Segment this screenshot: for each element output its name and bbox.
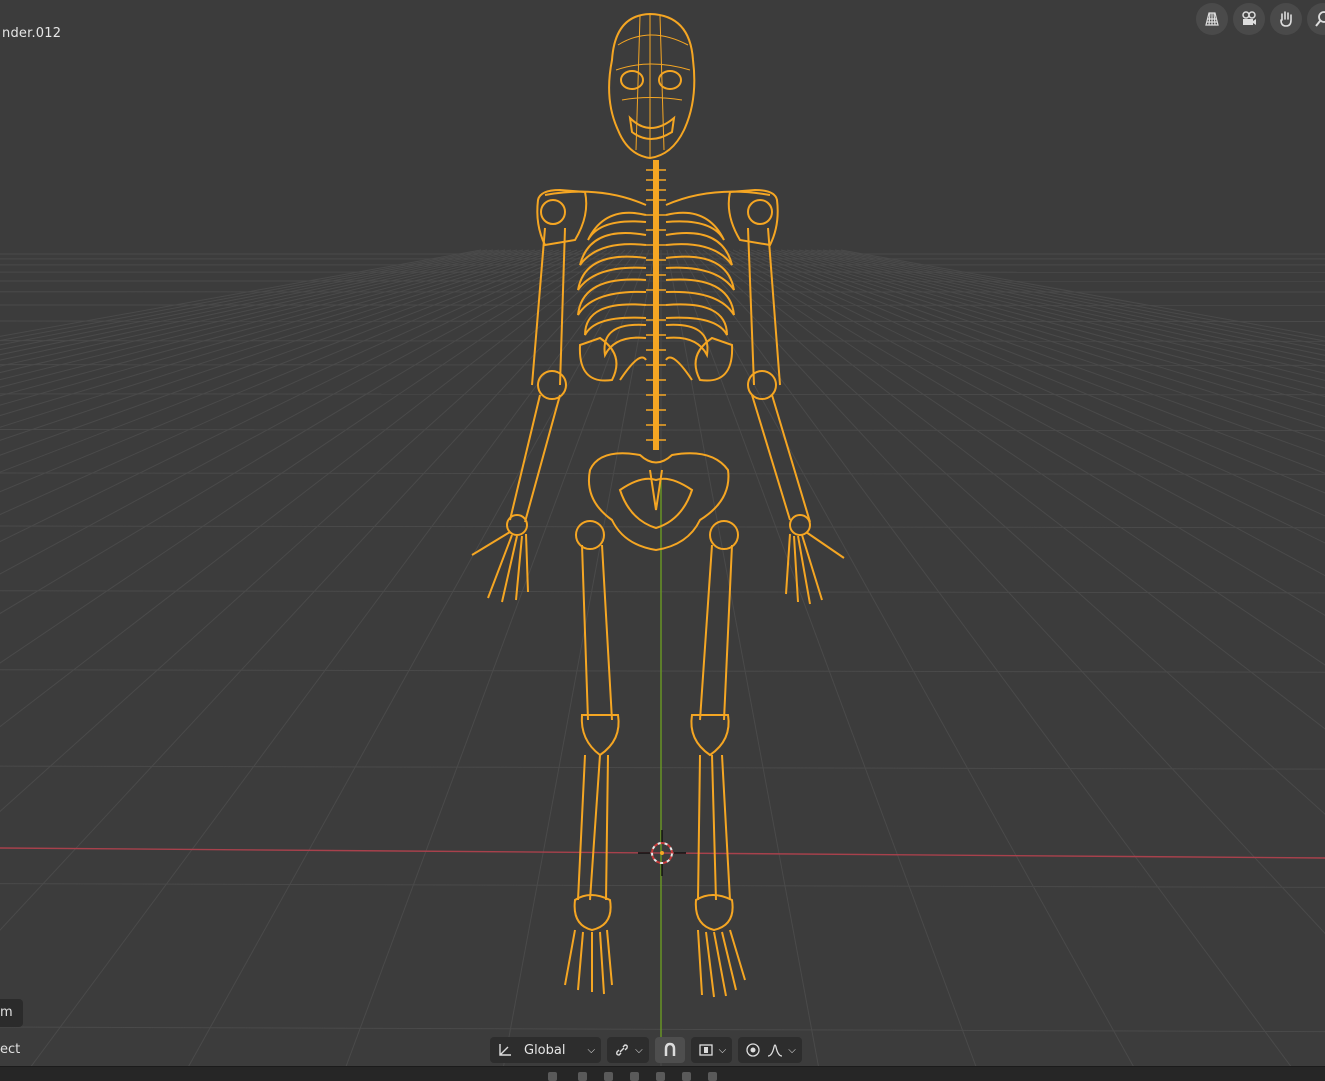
- zoom-icon[interactable]: [1307, 3, 1325, 35]
- grid-line: [667, 250, 821, 1080]
- viewport-canvas[interactable]: [0, 0, 1325, 1080]
- hand-pan-icon[interactable]: [1270, 3, 1302, 35]
- grid-line: [757, 250, 1325, 1080]
- chevron-down-icon: ⌵: [587, 1045, 595, 1056]
- grid-line: [0, 1027, 1325, 1032]
- grid-line: [799, 250, 1325, 1080]
- chevron-down-icon: ⌵: [635, 1045, 643, 1056]
- pivot-point-dropdown[interactable]: ⌵: [607, 1037, 649, 1063]
- grid-line: [0, 250, 583, 1080]
- grid-line: [0, 670, 1325, 673]
- chevron-down-icon: ⌵: [719, 1045, 727, 1056]
- proportional-editing-icon: [744, 1041, 762, 1059]
- 3d-cursor[interactable]: [638, 830, 686, 876]
- grid-line: [0, 884, 1325, 888]
- grid-line: [0, 250, 559, 1080]
- grid-line: [709, 250, 1325, 1080]
- grid-line: [0, 429, 1325, 430]
- grid-line: [0, 250, 601, 1080]
- grid-line: [0, 250, 547, 1080]
- grid-line: [0, 250, 577, 1080]
- left-arm: [472, 228, 566, 602]
- grid-line: [0, 250, 487, 1080]
- grid-line: [835, 250, 1325, 1080]
- grid-line: [0, 250, 571, 1080]
- magnet-icon: [661, 1041, 679, 1059]
- timeline-bar[interactable]: [0, 1066, 1325, 1081]
- grid-line: [0, 250, 613, 1080]
- transform-orientation-dropdown[interactable]: Global ⌵: [490, 1037, 601, 1063]
- active-object-name: nder.012: [2, 26, 61, 41]
- grid-line: [763, 250, 1325, 1080]
- transform-orientation-icon: [496, 1041, 514, 1059]
- snap-target-icon: [697, 1041, 715, 1059]
- grid-line: [0, 250, 589, 1080]
- right-shoulder-joint: [748, 200, 772, 224]
- sacrum: [650, 470, 662, 510]
- chevron-down-icon: ⌵: [788, 1045, 796, 1056]
- camera-icon[interactable]: [1233, 3, 1265, 35]
- snap-target-dropdown[interactable]: ⌵: [691, 1037, 733, 1063]
- left-eye-socket: [621, 71, 643, 89]
- skeleton-wireframe[interactable]: [472, 14, 844, 997]
- 3d-viewport[interactable]: [0, 0, 1325, 1080]
- grid-line: [679, 250, 1141, 1080]
- grid-line: [0, 250, 619, 1080]
- grid-line: [0, 250, 481, 1080]
- grid-line: [0, 250, 595, 1080]
- right-arm: [748, 228, 844, 604]
- grid-line: [0, 250, 631, 1080]
- grid-line: [805, 250, 1325, 1080]
- grid-line: [0, 250, 511, 1080]
- navigation-gizmos: [1196, 3, 1325, 35]
- snap-toggle[interactable]: [655, 1037, 685, 1063]
- proportional-editing-toggle[interactable]: ⌵: [738, 1037, 802, 1063]
- grid-line: [745, 250, 1325, 1080]
- grid-line: [727, 250, 1325, 1080]
- viewport-header-tools: Global ⌵ ⌵ ⌵ ⌵: [490, 1036, 802, 1064]
- tool-button-partial[interactable]: m: [0, 999, 23, 1027]
- grid-line: [0, 250, 553, 1080]
- grid-line: [181, 250, 643, 1080]
- falloff-curve-icon[interactable]: [766, 1041, 784, 1059]
- skull: [609, 14, 694, 158]
- grid-line: [691, 250, 1325, 1080]
- link-icon: [613, 1041, 631, 1059]
- grid-line: [0, 591, 1325, 593]
- grid-line: [0, 766, 1325, 769]
- grid-line: [501, 250, 655, 1080]
- grid-line: [841, 250, 1325, 1080]
- grid-view-icon[interactable]: [1196, 3, 1228, 35]
- grid-line: [21, 250, 637, 1080]
- grid-line: [703, 250, 1325, 1080]
- grid-line: [0, 250, 541, 1080]
- grid-line: [793, 250, 1325, 1080]
- grid-line: [685, 250, 1301, 1080]
- grid-line: [829, 250, 1325, 1080]
- left-shoulder-joint: [541, 200, 565, 224]
- grid-line: [823, 250, 1325, 1080]
- transform-orientation-label: Global: [518, 1043, 583, 1058]
- grid-line: [341, 250, 649, 1080]
- floor-grid: [0, 250, 1325, 1080]
- grid-line: [721, 250, 1325, 1080]
- grid-line: [733, 250, 1325, 1080]
- select-tool-label-partial[interactable]: ect: [0, 1036, 30, 1064]
- grid-line: [0, 250, 499, 1080]
- grid-line: [0, 341, 1325, 342]
- grid-line: [781, 250, 1325, 1080]
